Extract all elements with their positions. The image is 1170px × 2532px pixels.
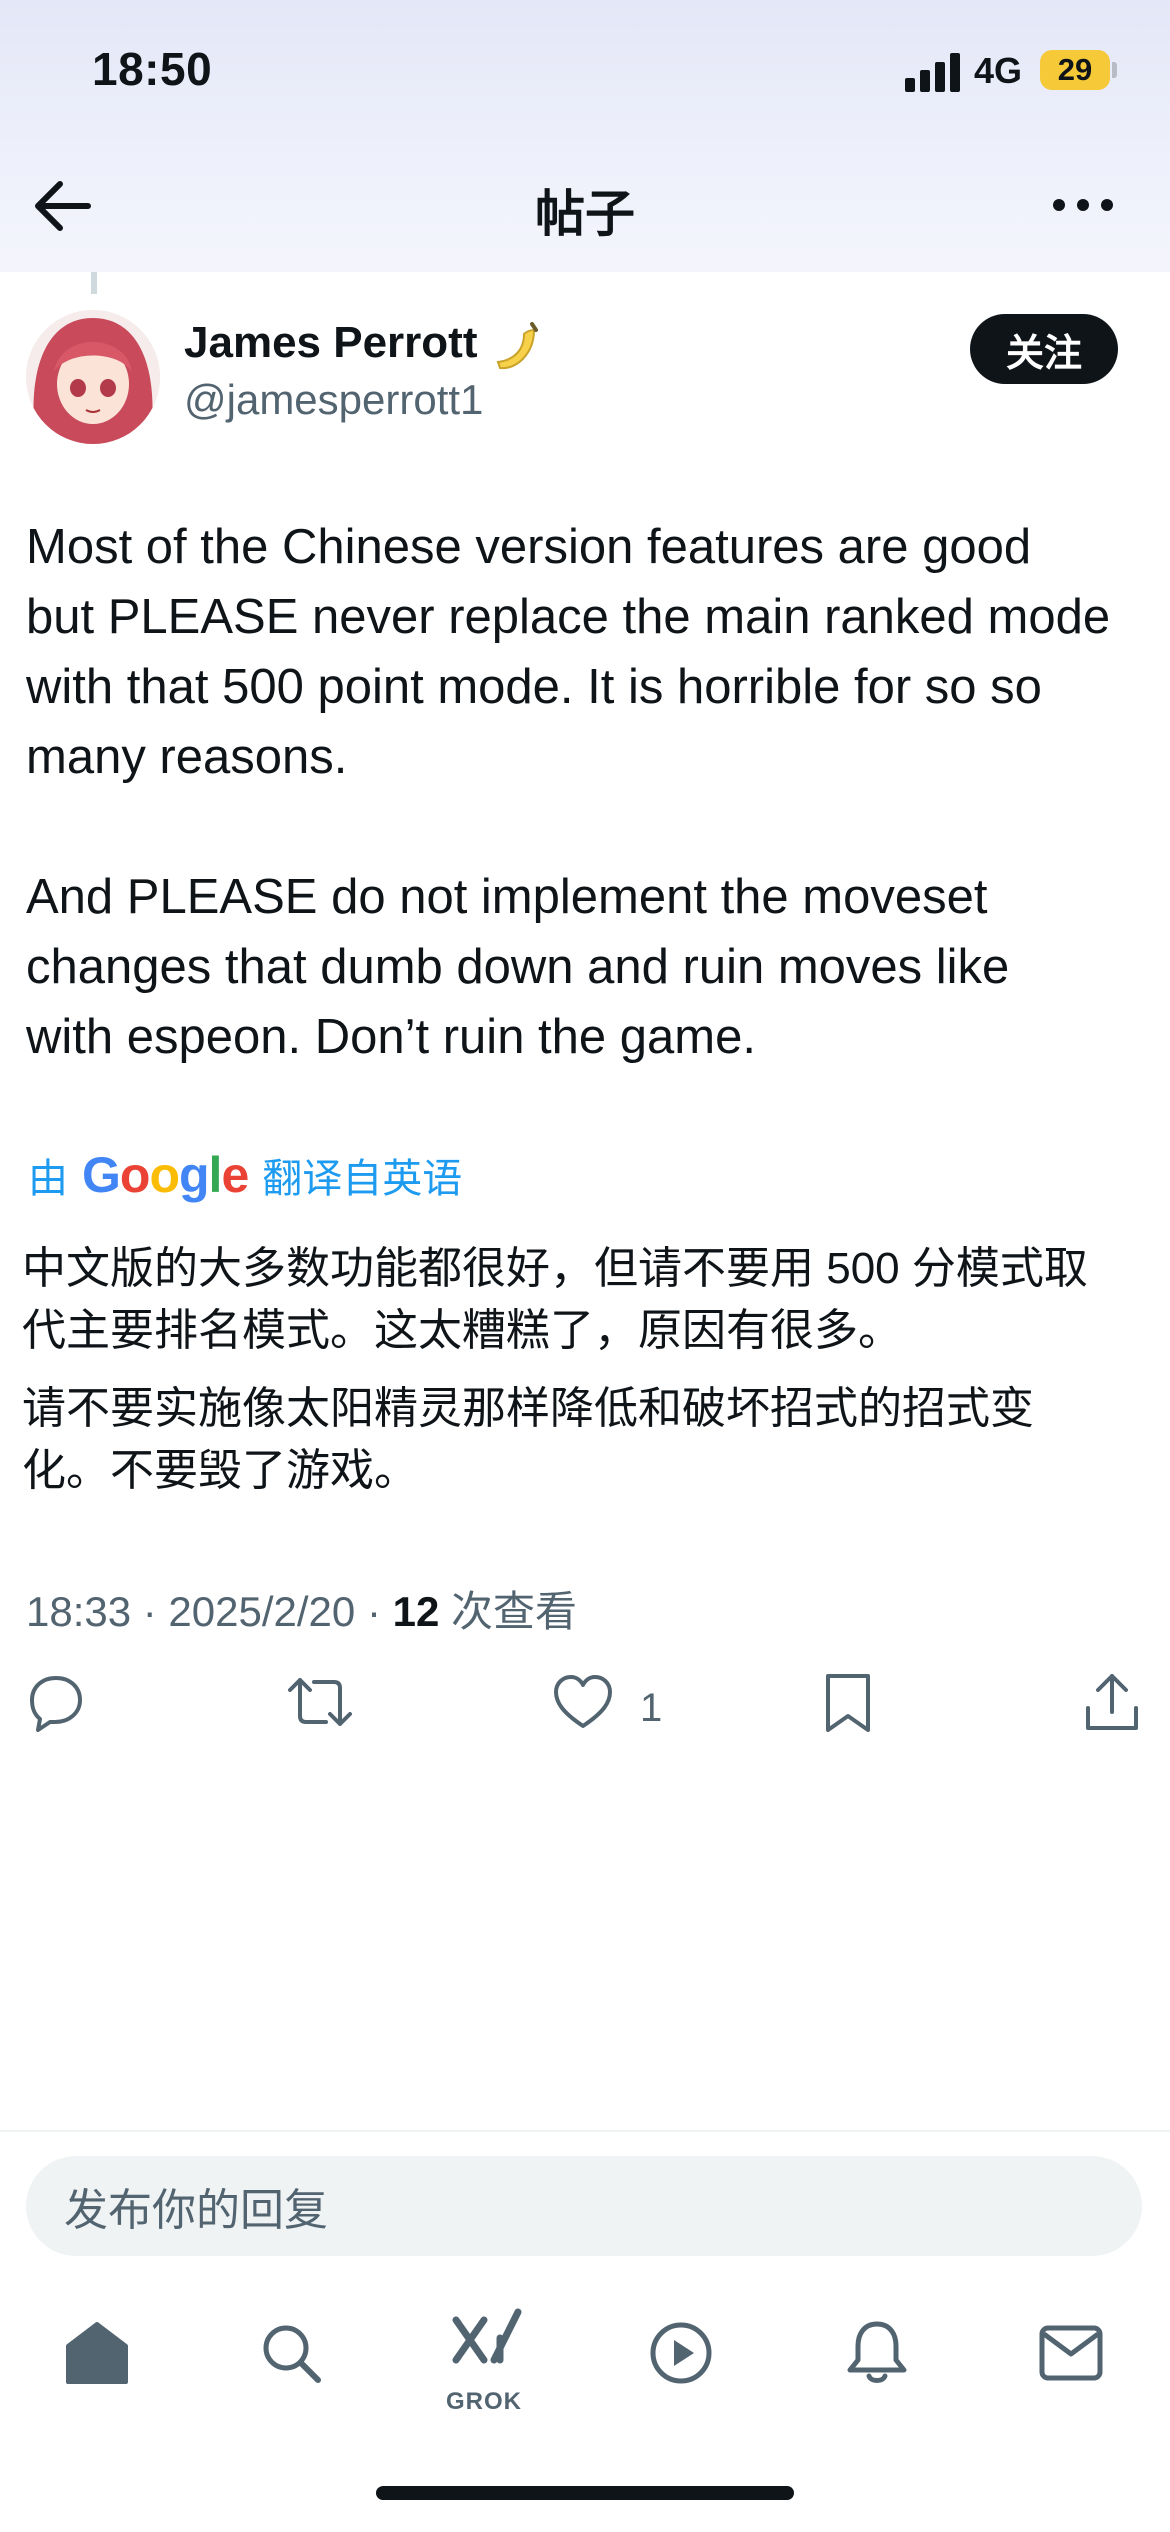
home-indicator [376, 2486, 794, 2500]
action-bar: 1 [0, 1672, 1170, 1752]
translate-suffix: 翻译自英语 [262, 1157, 463, 1201]
heart-icon[interactable] [552, 1672, 614, 1732]
mail-icon[interactable] [1038, 2324, 1104, 2382]
translate-prefix: 由 [28, 1157, 68, 1201]
avatar[interactable] [26, 310, 160, 444]
thread-line [91, 272, 97, 294]
views-count: 12 [392, 1588, 440, 1635]
post-text: Most of the Chinese version features are… [26, 520, 1111, 1064]
banana-icon [496, 322, 538, 370]
search-icon[interactable] [258, 2320, 324, 2386]
google-logo: Google [82, 1147, 249, 1203]
bell-icon[interactable] [844, 2318, 910, 2388]
grok-icon[interactable] [450, 2308, 524, 2384]
battery-cap [1112, 62, 1117, 78]
translation-attribution[interactable]: 由 Google 翻译自英语 [28, 1145, 462, 1205]
views-label: 次查看 [439, 1588, 577, 1635]
network-type: 4G [974, 50, 1023, 91]
timestamp[interactable]: 18:33 · 2025/2/20 · [26, 1588, 393, 1635]
divider [0, 2130, 1170, 2132]
like-count: 1 [640, 1686, 663, 1730]
reply-input[interactable]: 发布你的回复 [26, 2156, 1142, 2256]
translated-text-2: 请不要实施像太阳精灵那样降低和破坏招式的招式变 化。不要毁了游戏。 [22, 1384, 1034, 1495]
status-time: 18:50 [92, 43, 213, 95]
signal-icon [905, 52, 961, 92]
battery-icon: 29 [1040, 50, 1110, 90]
reply-placeholder: 发布你的回复 [64, 2186, 328, 2235]
more-dots-icon[interactable] [1052, 190, 1114, 220]
follow-button[interactable]: 关注 [970, 314, 1118, 384]
author-handle[interactable]: @jamesperrott1 [184, 376, 483, 424]
share-icon[interactable] [1082, 1672, 1142, 1734]
bookmark-icon[interactable] [820, 1672, 876, 1734]
author-name[interactable]: James Perrott [184, 318, 477, 368]
home-icon[interactable] [64, 2320, 130, 2386]
grok-label: GROK [446, 2388, 522, 2415]
play-icon[interactable] [648, 2320, 714, 2386]
reply-icon[interactable] [26, 1672, 86, 1732]
bottom-tab-bar: GROK [0, 2300, 1170, 2440]
post-meta: 18:33 · 2025/2/20 · 12 次查看 [26, 1578, 577, 1639]
translated-text-1: 中文版的大多数功能都很好，但请不要用 500 分模式取 代主要排名模式。这太糟糕… [22, 1244, 1088, 1355]
page-title: 帖子 [535, 186, 635, 242]
repost-icon[interactable] [286, 1672, 354, 1732]
